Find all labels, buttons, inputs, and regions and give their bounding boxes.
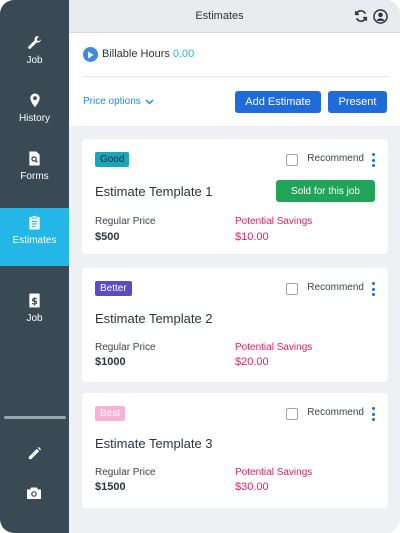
sidebar-item-forms[interactable]: Forms [0,144,69,202]
estimate-card: Good Recommend Estimate Template 1 Sold … [82,139,388,254]
chevron-down-icon [145,98,154,105]
billable-hours: Billable Hours 0.00 [102,48,194,60]
clipboard-icon [26,213,44,231]
estimate-title[interactable]: Estimate Template 3 [95,436,213,451]
potential-savings-label: Potential Savings [235,216,313,227]
divider [83,76,388,77]
recommend-checkbox[interactable] [286,408,298,420]
potential-savings-label: Potential Savings [235,342,313,353]
more-options-icon[interactable] [370,153,376,167]
estimate-title[interactable]: Estimate Template 2 [95,311,213,326]
potential-savings-label: Potential Savings [235,467,313,478]
estimates-toolbar: Billable Hours 0.00 Price options Add Est… [69,33,400,126]
svg-text:$: $ [31,296,38,307]
tier-badge: Good [95,152,130,167]
location-pin-icon [26,91,44,109]
estimate-card: Best Recommend Estimate Template 3 Regul… [82,393,388,508]
tier-badge: Better [95,281,132,296]
potential-savings-value: $10.00 [235,231,269,243]
potential-savings-value: $30.00 [235,481,269,493]
estimate-title[interactable]: Estimate Template 1 [95,184,213,199]
sidebar-item-history[interactable]: History [0,86,69,144]
sidebar: Job History Forms Estimates $ Job [0,0,69,533]
app-frame: Job History Forms Estimates $ Job Estima… [0,0,400,533]
regular-price-label: Regular Price [95,342,156,353]
play-icon[interactable] [83,47,98,62]
estimate-card: Better Recommend Estimate Template 2 Reg… [82,268,388,382]
sidebar-item-estimates[interactable]: Estimates [0,208,69,266]
account-icon[interactable] [372,8,388,24]
sidebar-item-label: History [18,113,51,124]
sold-for-job-button[interactable]: Sold for this job [276,180,375,202]
potential-savings-value: $20.00 [235,356,269,368]
tier-badge: Best [95,406,126,421]
regular-price-value: $1000 [95,356,126,368]
sidebar-item-job[interactable]: Job [0,28,69,86]
regular-price-label: Regular Price [95,467,156,478]
sidebar-divider [4,416,66,419]
recommend-checkbox[interactable] [286,283,298,295]
price-options-label: Price options [83,96,141,107]
form-search-icon [26,149,44,167]
camera-icon[interactable] [24,483,44,503]
recommend-label: Recommend [307,407,364,418]
invoice-dollar-icon: $ [26,291,44,309]
present-button[interactable]: Present [328,91,387,113]
more-options-icon[interactable] [370,282,376,296]
price-options-dropdown[interactable]: Price options [83,96,154,107]
recommend-label: Recommend [307,282,364,293]
billable-hours-label: Billable Hours [102,48,170,60]
billable-hours-value: 0.00 [172,48,195,60]
page-title: Estimates [195,10,244,22]
add-estimate-button[interactable]: Add Estimate [235,91,321,113]
regular-price-value: $500 [95,231,120,243]
recommend-label: Recommend [307,153,364,164]
sidebar-item-job-invoice[interactable]: $ Job [0,286,69,344]
sidebar-item-label: Estimates [12,235,57,246]
sidebar-item-label: Forms [20,171,49,182]
regular-price-value: $1500 [95,481,126,493]
pencil-icon[interactable] [24,443,44,463]
wrench-icon [26,33,44,51]
sidebar-item-label: Job [26,55,43,66]
more-options-icon[interactable] [370,407,376,421]
regular-price-label: Regular Price [95,216,156,227]
refresh-icon[interactable] [353,8,369,24]
sidebar-item-label: Job [26,313,43,324]
recommend-checkbox[interactable] [286,154,298,166]
top-header: Estimates [69,0,400,33]
